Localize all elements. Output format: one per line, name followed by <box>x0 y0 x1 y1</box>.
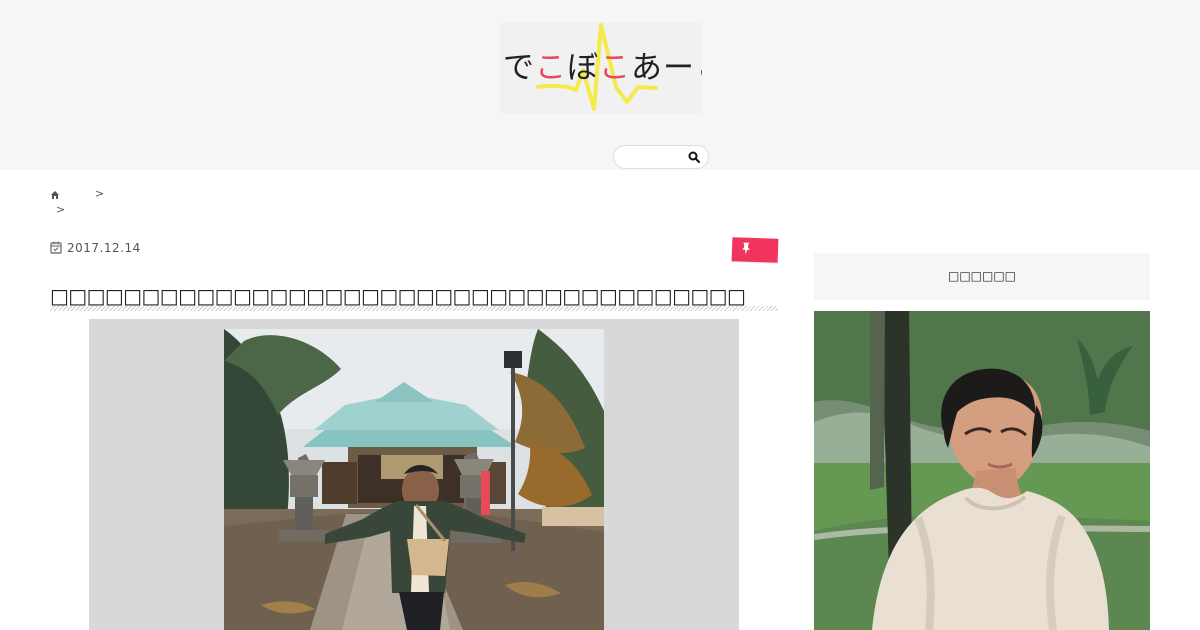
search-input[interactable] <box>613 145 709 169</box>
pin-icon <box>742 242 751 255</box>
shrine-photo-illustration <box>224 329 604 630</box>
site-logo[interactable]: でこぼこあーと <box>500 22 702 114</box>
home-icon[interactable] <box>50 190 60 200</box>
sidebar-profile-photo[interactable] <box>814 311 1150 630</box>
article-hero-image-frame <box>89 319 739 630</box>
logo-text-prefix: で <box>503 50 535 86</box>
logo-text-accent-2: こ <box>599 50 631 86</box>
calendar-icon <box>50 241 62 254</box>
breadcrumb-separator: > <box>95 187 105 200</box>
title-divider <box>50 306 778 311</box>
site-header: でこぼこあーと <box>0 0 1200 170</box>
search-icon[interactable] <box>688 151 700 163</box>
profile-photo-illustration <box>814 311 1150 630</box>
article-hero-photo[interactable] <box>224 329 604 630</box>
breadcrumb-separator: > <box>56 203 66 216</box>
logo-text-suffix: あーと <box>631 50 702 86</box>
sidebar-profile-heading: □□□□□□ <box>814 253 1150 300</box>
article-date-text: 2017.12.14 <box>67 241 141 255</box>
category-badge[interactable] <box>731 237 779 263</box>
breadcrumb: > > <box>50 188 750 218</box>
logo-text-accent-1: こ <box>535 50 567 86</box>
logo-text-middle: ぼ <box>567 50 599 86</box>
logo-text: でこぼこあーと <box>503 44 702 92</box>
